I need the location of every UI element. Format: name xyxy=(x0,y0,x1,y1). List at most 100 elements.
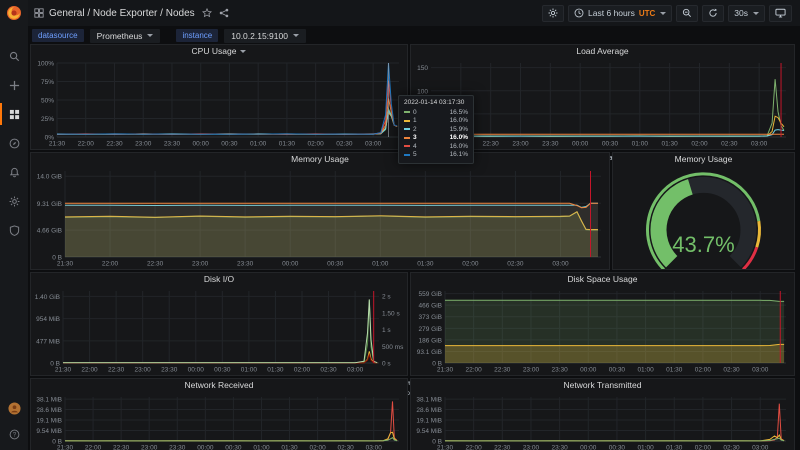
memory-usage-graph[interactable]: 0 B 4.66 GiB 9.31 GiB 14.0 GiB 21:30 22:00 22:… xyxy=(31,166,609,273)
svg-text:02:00: 02:00 xyxy=(294,367,311,374)
svg-text:01:30: 01:30 xyxy=(281,445,298,450)
dashboard-grid-icon xyxy=(34,8,44,18)
svg-text:0: 0 xyxy=(424,135,428,142)
panel-title-network-received[interactable]: Network Received xyxy=(31,379,407,392)
svg-text:22:00: 22:00 xyxy=(102,261,119,268)
kiosk-mode-button[interactable] xyxy=(769,4,792,22)
sidebar-item-create[interactable] xyxy=(0,77,28,93)
sidebar-item-configuration[interactable] xyxy=(0,193,28,209)
help-icon: ? xyxy=(9,429,19,439)
zoom-out-button[interactable] xyxy=(676,4,699,22)
sidebar-item-search[interactable] xyxy=(0,48,28,64)
load-average-graph[interactable]: 0 50 100 150 22:00 22:30 23:00 23:30 00:00 00:30 0… xyxy=(411,58,794,153)
sidebar-item-alerting[interactable] xyxy=(0,164,28,180)
panel-title-load-average[interactable]: Load Average xyxy=(411,45,794,58)
panel-title-memory-usage[interactable]: Memory Usage xyxy=(31,153,609,166)
svg-text:01:00: 01:00 xyxy=(632,141,649,148)
svg-text:28.6 MiB: 28.6 MiB xyxy=(416,407,442,414)
dashboard-variables-bar: datasource Prometheus instance 10.0.2.15… xyxy=(28,27,800,44)
svg-text:01:00: 01:00 xyxy=(637,367,654,374)
avatar xyxy=(7,401,21,415)
svg-text:22:30: 22:30 xyxy=(106,141,123,148)
star-icon[interactable] xyxy=(201,8,212,18)
svg-text:23:30: 23:30 xyxy=(169,445,186,450)
svg-text:22:30: 22:30 xyxy=(113,445,130,450)
dashboard-grid: CPU Usage 0% 25% 50% 75% 100% 21:30 22:00 22:30… xyxy=(28,44,800,450)
svg-text:00:00: 00:00 xyxy=(188,367,205,374)
bell-icon xyxy=(9,167,19,177)
sidebar-item-server-admin[interactable] xyxy=(0,222,28,238)
svg-text:01:00: 01:00 xyxy=(372,261,389,268)
share-icon[interactable] xyxy=(219,8,229,18)
disk-io-graph[interactable]: 0 B 477 MiB 954 MiB 1.40 GiB 0 s 500 ms 1 s 1.5… xyxy=(31,286,407,379)
instance-variable-picker[interactable]: 10.0.2.15:9100 xyxy=(224,28,306,43)
svg-text:00:30: 00:30 xyxy=(214,367,231,374)
main-area: General / Node Exporter / Nodes Last 6 h… xyxy=(28,0,800,450)
panel-title-cpu-usage[interactable]: CPU Usage xyxy=(31,45,407,58)
svg-text:23:30: 23:30 xyxy=(551,367,568,374)
svg-text:01:00: 01:00 xyxy=(253,445,270,450)
panel-memory-usage-graph: Memory Usage 0 B 4.66 GiB 9.31 GiB 14.0 GiB… xyxy=(30,152,610,282)
network-received-graph[interactable]: 0 B 9.54 MiB 19.1 MiB 28.6 MiB 38.1 MiB 21:30… xyxy=(31,392,407,450)
svg-text:22:00: 22:00 xyxy=(466,367,483,374)
svg-text:00:00: 00:00 xyxy=(580,367,597,374)
refresh-interval-label: 30s xyxy=(734,8,748,18)
panel-cpu-usage: CPU Usage 0% 25% 50% 75% 100% 21:30 22:00 22:30… xyxy=(30,44,408,162)
chevron-down-icon xyxy=(292,34,299,37)
svg-text:93.1 GiB: 93.1 GiB xyxy=(417,349,442,356)
disk-space-graph[interactable]: 0 B 93.1 GiB 186 GiB 279 GiB 373 GiB 466 GiB 5… xyxy=(411,286,794,379)
svg-text:954 MiB: 954 MiB xyxy=(36,316,60,323)
sidebar-item-help[interactable]: ? xyxy=(0,426,28,442)
svg-text:03:00: 03:00 xyxy=(347,367,364,374)
panel-network-received: Network Received 0 B 9.54 MiB 19.1 MiB 28.6… xyxy=(30,378,408,450)
svg-text:186 GiB: 186 GiB xyxy=(419,337,443,344)
svg-text:28.6 MiB: 28.6 MiB xyxy=(36,407,62,414)
sidebar-item-profile[interactable] xyxy=(0,400,28,416)
svg-text:9.31 GiB: 9.31 GiB xyxy=(37,201,62,208)
gear-icon xyxy=(548,8,558,18)
refresh-interval-picker[interactable]: 30s xyxy=(728,4,765,22)
grafana-app: ? General / Node Exporter / Nodes Last 6… xyxy=(0,0,800,450)
svg-text:14.0 GiB: 14.0 GiB xyxy=(37,174,62,181)
svg-text:373 GiB: 373 GiB xyxy=(419,314,443,321)
svg-text:22:00: 22:00 xyxy=(466,445,483,450)
grafana-logo[interactable] xyxy=(0,0,28,26)
dashboard-settings-button[interactable] xyxy=(542,4,565,22)
svg-text:38.1 MiB: 38.1 MiB xyxy=(416,397,442,404)
refresh-button[interactable] xyxy=(702,4,725,22)
panel-title-memory-gauge[interactable]: Memory Usage xyxy=(613,153,794,166)
panel-load-average: Load Average 0 50 100 150 22:00 22:30 23:00 23:… xyxy=(410,44,795,162)
zoom-out-icon xyxy=(683,8,692,17)
svg-text:23:00: 23:00 xyxy=(523,445,540,450)
svg-text:02:00: 02:00 xyxy=(695,445,712,450)
breadcrumb[interactable]: General / Node Exporter / Nodes xyxy=(34,8,195,19)
time-range-label: Last 6 hours xyxy=(588,8,635,18)
panel-title-disk-space[interactable]: Disk Space Usage xyxy=(411,273,794,286)
svg-text:9.54 MiB: 9.54 MiB xyxy=(36,428,62,435)
sidebar-item-dashboards[interactable] xyxy=(0,103,28,125)
svg-text:00:00: 00:00 xyxy=(580,445,597,450)
panel-title-disk-io[interactable]: Disk I/O xyxy=(31,273,407,286)
svg-text:01:30: 01:30 xyxy=(267,367,284,374)
time-range-picker[interactable]: Last 6 hours UTC xyxy=(568,4,673,22)
svg-text:00:00: 00:00 xyxy=(193,141,210,148)
svg-text:02:00: 02:00 xyxy=(691,141,708,148)
svg-text:21:30: 21:30 xyxy=(49,141,66,148)
svg-text:4.66 GiB: 4.66 GiB xyxy=(37,228,62,235)
cpu-usage-graph[interactable]: 0% 25% 50% 75% 100% 21:30 22:00 22:30 23:00 23:30… xyxy=(31,58,407,153)
svg-text:23:00: 23:00 xyxy=(192,261,209,268)
svg-text:23:00: 23:00 xyxy=(523,367,540,374)
svg-text:559 GiB: 559 GiB xyxy=(419,291,443,298)
svg-text:03:00: 03:00 xyxy=(552,261,569,268)
svg-text:01:30: 01:30 xyxy=(662,141,679,148)
panel-network-transmitted: Network Transmitted 0 B 9.54 MiB 19.1 MiB 2… xyxy=(410,378,795,450)
network-transmitted-graph[interactable]: 0 B 9.54 MiB 19.1 MiB 28.6 MiB 38.1 MiB 21:30… xyxy=(411,392,794,450)
chevron-down-icon xyxy=(660,11,667,15)
sidebar-item-explore[interactable] xyxy=(0,135,28,151)
svg-text:02:30: 02:30 xyxy=(507,261,524,268)
panel-title-network-transmitted[interactable]: Network Transmitted xyxy=(411,379,794,392)
svg-text:23:30: 23:30 xyxy=(551,445,568,450)
svg-text:01:30: 01:30 xyxy=(279,141,296,148)
svg-text:23:00: 23:00 xyxy=(512,141,529,148)
datasource-variable-picker[interactable]: Prometheus xyxy=(89,28,161,43)
